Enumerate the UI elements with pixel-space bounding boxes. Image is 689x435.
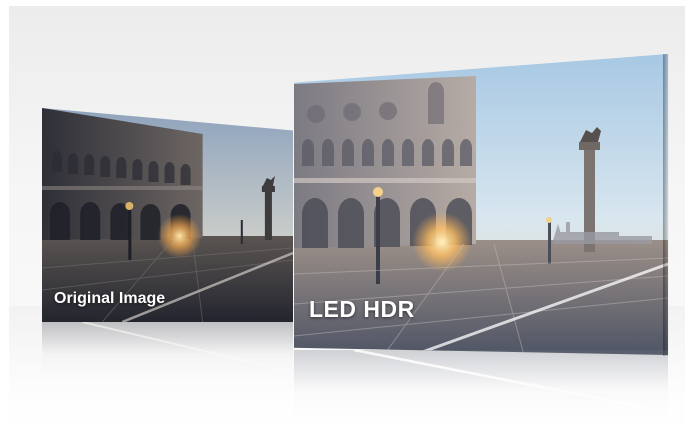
led-hdr-panel: LED HDR xyxy=(294,54,668,355)
original-image-panel: Original Image xyxy=(42,108,293,322)
original-image-reflection xyxy=(42,322,293,382)
panel-edge-shadow xyxy=(663,54,669,356)
led-hdr-label: LED HDR xyxy=(309,296,415,322)
led-hdr-reflection xyxy=(294,350,668,420)
original-image-label: Original Image xyxy=(54,290,166,307)
comparison-stage: Original Image LED HDR xyxy=(9,6,685,431)
